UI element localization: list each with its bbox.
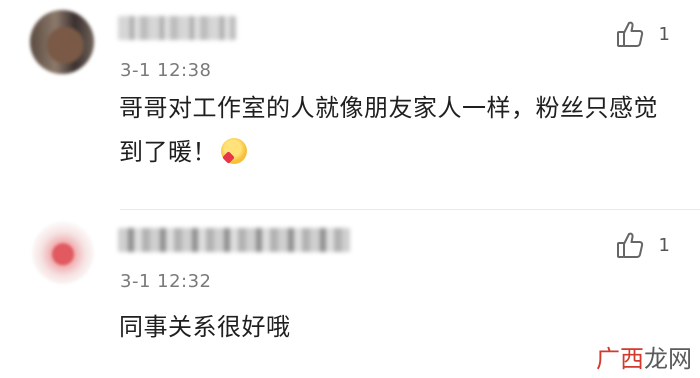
username-blurred[interactable] bbox=[118, 16, 236, 40]
username-blurred[interactable] bbox=[118, 228, 350, 252]
thumbs-up-icon bbox=[615, 230, 645, 260]
site-watermark: 广西龙网 bbox=[596, 339, 692, 374]
comment-text: 同事关系很好哦 bbox=[119, 313, 291, 341]
like-count: 1 bbox=[658, 23, 670, 45]
comment-timestamp: 3-1 12:38 bbox=[120, 60, 212, 81]
comment-item: 3-1 12:38 1 哥哥对工作室的人就像朋友家人一样，粉丝只感觉到了暖！ bbox=[0, 0, 700, 209]
like-count: 1 bbox=[658, 234, 670, 256]
comment-item: 3-1 12:32 1 同事关系很好哦 bbox=[0, 210, 700, 378]
avatar[interactable] bbox=[30, 10, 94, 74]
comment-timestamp: 3-1 12:32 bbox=[120, 271, 212, 292]
watermark-part-1: 广西 bbox=[596, 345, 644, 373]
like-button[interactable]: 1 bbox=[615, 19, 670, 49]
kiss-emoji-icon bbox=[221, 138, 247, 164]
thumbs-up-icon bbox=[615, 19, 645, 49]
like-button[interactable]: 1 bbox=[615, 230, 670, 260]
avatar[interactable] bbox=[32, 222, 94, 284]
comment-text: 哥哥对工作室的人就像朋友家人一样，粉丝只感觉到了暖！ bbox=[119, 94, 658, 166]
watermark-part-2: 龙网 bbox=[644, 345, 692, 373]
